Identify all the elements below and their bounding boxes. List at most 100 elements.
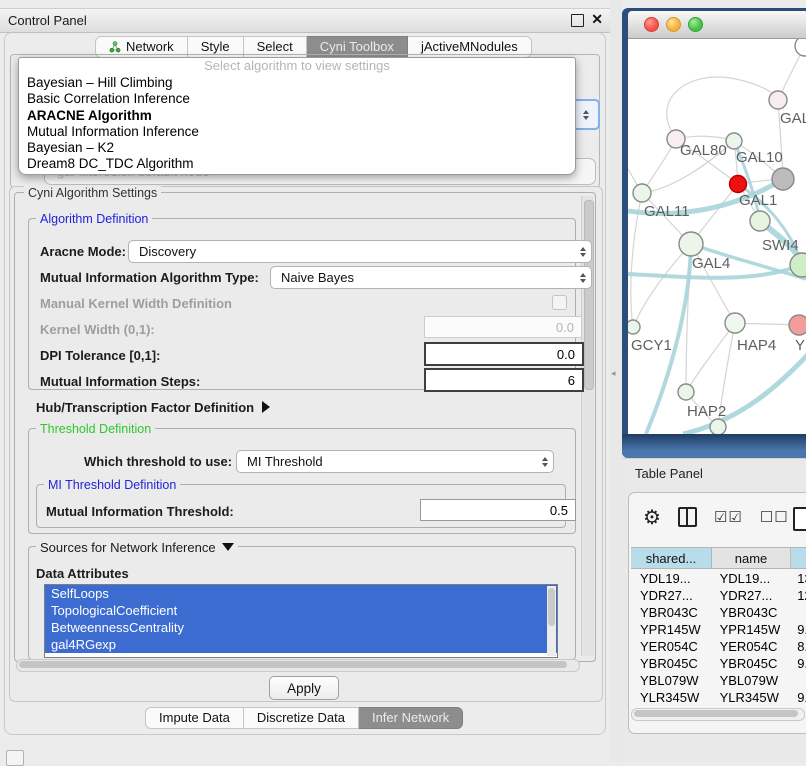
float-icon[interactable] bbox=[571, 14, 584, 27]
list-scrollbar[interactable] bbox=[547, 586, 556, 656]
scrollbar-thumb[interactable] bbox=[19, 661, 567, 668]
network-node[interactable] bbox=[679, 232, 703, 256]
network-node[interactable] bbox=[678, 384, 694, 400]
network-node[interactable] bbox=[772, 168, 794, 190]
table-horizontal-scrollbar[interactable] bbox=[631, 708, 805, 721]
mi-steps-field[interactable]: 6 bbox=[424, 368, 584, 392]
stepper-down-icon bbox=[583, 116, 589, 120]
list-item[interactable]: TopologicalCoefficient bbox=[45, 602, 557, 619]
table-row[interactable]: YBR045CYBR045C9. bbox=[631, 655, 806, 672]
network-node-label: GAL4 bbox=[692, 255, 730, 272]
settings-vertical-scrollbar[interactable] bbox=[581, 196, 594, 656]
manual-kernel-checkbox[interactable] bbox=[552, 295, 567, 310]
tab-discretize-data[interactable]: Discretize Data bbox=[244, 707, 359, 729]
mi-threshold-field[interactable]: 0.5 bbox=[420, 499, 576, 521]
network-node[interactable] bbox=[726, 133, 742, 149]
tab-infer-network[interactable]: Infer Network bbox=[359, 707, 463, 729]
network-window-titlebar[interactable] bbox=[628, 11, 806, 39]
deselect-all-icon[interactable]: ☐☐ bbox=[760, 508, 789, 526]
close-traffic-light-icon[interactable] bbox=[644, 17, 659, 32]
column-header-partial[interactable] bbox=[791, 547, 806, 569]
network-node-label: GAL11 bbox=[644, 203, 690, 220]
table-row[interactable]: YDR27...YDR27...12 bbox=[631, 587, 806, 604]
mi-threshold-title: MI Threshold Definition bbox=[44, 478, 180, 492]
table-body: YDL19...YDL19...13 YDR27...YDR27...12 YB… bbox=[631, 570, 806, 714]
table-row[interactable]: YPR145WYPR145W9. bbox=[631, 621, 806, 638]
algorithm-option-aracne[interactable]: ARACNE Algorithm bbox=[19, 108, 575, 124]
network-node[interactable] bbox=[750, 211, 770, 231]
which-threshold-combo[interactable]: MI Threshold bbox=[236, 450, 554, 473]
network-node[interactable] bbox=[730, 176, 747, 193]
control-panel-titlebar[interactable]: Control Panel ✕ bbox=[0, 8, 610, 33]
network-node-label: GAL1 bbox=[739, 192, 777, 209]
zoom-traffic-light-icon[interactable] bbox=[688, 17, 703, 32]
hub-definition-toggle[interactable]: Hub/Transcription Factor Definition bbox=[36, 400, 270, 415]
table-row[interactable]: YDL19...YDL19...13 bbox=[631, 570, 806, 587]
table-panel-title: Table Panel bbox=[635, 466, 703, 481]
network-node-label: GAL bbox=[780, 110, 806, 127]
panel-splitter[interactable]: ◂ bbox=[610, 0, 622, 762]
table-panel-box: ⚙ ☑☑ ☐☐ shared... name YDL19...YDL19...1… bbox=[628, 492, 806, 734]
network-node[interactable] bbox=[789, 315, 806, 335]
sources-toggle[interactable]: Sources for Network Inference bbox=[36, 540, 238, 555]
threshold-definition-title: Threshold Definition bbox=[36, 422, 155, 436]
table-row[interactable]: YBL079WYBL079W bbox=[631, 672, 806, 689]
algorithm-combo-stepper[interactable] bbox=[572, 99, 600, 130]
table-row[interactable]: YLR345WYLR345W9. bbox=[631, 689, 806, 706]
collapse-left-icon[interactable]: ◂ bbox=[611, 368, 616, 379]
tab-impute-data[interactable]: Impute Data bbox=[145, 707, 244, 729]
network-node[interactable] bbox=[710, 419, 726, 434]
network-node-label: HAP2 bbox=[687, 403, 726, 420]
algorithm-option[interactable]: Dream8 DC_TDC Algorithm bbox=[19, 156, 575, 172]
combo-stepper-icon bbox=[580, 241, 586, 262]
network-node[interactable] bbox=[795, 39, 806, 56]
mi-algorithm-type-label: Mutual Information Algorithm Type: bbox=[40, 270, 259, 285]
control-panel-title: Control Panel bbox=[8, 13, 87, 28]
dock-icon[interactable] bbox=[6, 750, 24, 766]
algorithm-option[interactable]: Basic Correlation Inference bbox=[19, 91, 575, 107]
list-item[interactable]: SelfLoops bbox=[45, 585, 557, 602]
network-canvas[interactable]: GALGAL80GAL10GAL1GAL11SWI4GAL4GCY1HAP4YH… bbox=[628, 39, 806, 434]
combo-stepper-icon bbox=[580, 267, 586, 288]
network-node[interactable] bbox=[628, 320, 640, 334]
network-node[interactable] bbox=[769, 91, 787, 109]
columns-icon[interactable] bbox=[678, 507, 697, 527]
select-all-icon[interactable]: ☑☑ bbox=[714, 508, 743, 526]
settings-horizontal-scrollbar[interactable] bbox=[16, 659, 580, 672]
cyni-settings-title: Cyni Algorithm Settings bbox=[24, 186, 161, 200]
network-node-label: GCY1 bbox=[631, 337, 672, 354]
algorithm-dropdown-popup: Select algorithm to view settings Bayesi… bbox=[18, 57, 576, 175]
table-panel-titlebar[interactable]: Table Panel bbox=[622, 458, 806, 487]
table-row[interactable]: YBR043CYBR043C bbox=[631, 604, 806, 621]
network-view-window: GALGAL80GAL10GAL1GAL11SWI4GAL4GCY1HAP4YH… bbox=[622, 8, 806, 458]
dpi-tolerance-field[interactable]: 0.0 bbox=[424, 342, 584, 366]
data-attributes-list[interactable]: SelfLoops TopologicalCoefficient Between… bbox=[44, 584, 558, 658]
algorithm-option[interactable]: Bayesian – K2 bbox=[19, 140, 575, 156]
list-item[interactable]: BetweennessCentrality bbox=[45, 619, 557, 636]
export-table-icon[interactable] bbox=[793, 507, 806, 531]
expand-down-icon bbox=[222, 543, 234, 551]
table-row[interactable]: YER054CYER054C8. bbox=[631, 638, 806, 655]
kernel-width-field[interactable]: 0.0 bbox=[424, 316, 582, 338]
combo-stepper-icon bbox=[542, 451, 548, 472]
gear-icon[interactable]: ⚙ bbox=[643, 505, 661, 530]
table-panel: ⚙ ☑☑ ☐☐ shared... name YDL19...YDL19...1… bbox=[622, 486, 806, 762]
network-node[interactable] bbox=[633, 184, 651, 202]
data-attributes-label: Data Attributes bbox=[36, 566, 129, 581]
column-header-shared[interactable]: shared... bbox=[631, 547, 712, 569]
algorithm-option[interactable]: Mutual Information Inference bbox=[19, 124, 575, 140]
scrollbar-thumb[interactable] bbox=[634, 710, 798, 717]
mi-algorithm-type-combo[interactable]: Naive Bayes bbox=[270, 266, 592, 289]
aracne-mode-combo[interactable]: Discovery bbox=[128, 240, 592, 263]
minimize-traffic-light-icon[interactable] bbox=[666, 17, 681, 32]
scrollbar-thumb[interactable] bbox=[584, 200, 594, 390]
network-node-label: GAL10 bbox=[736, 149, 783, 166]
close-icon[interactable]: ✕ bbox=[591, 11, 603, 28]
list-item[interactable]: gal4RGexp bbox=[45, 636, 557, 653]
network-node[interactable] bbox=[725, 313, 745, 333]
apply-button[interactable]: Apply bbox=[269, 676, 339, 700]
algorithm-dropdown-placeholder: Select algorithm to view settings bbox=[19, 58, 575, 75]
algorithm-option[interactable]: Bayesian – Hill Climbing bbox=[19, 75, 575, 91]
tab-network-label: Network bbox=[126, 39, 174, 54]
column-header-name[interactable]: name bbox=[712, 547, 791, 569]
